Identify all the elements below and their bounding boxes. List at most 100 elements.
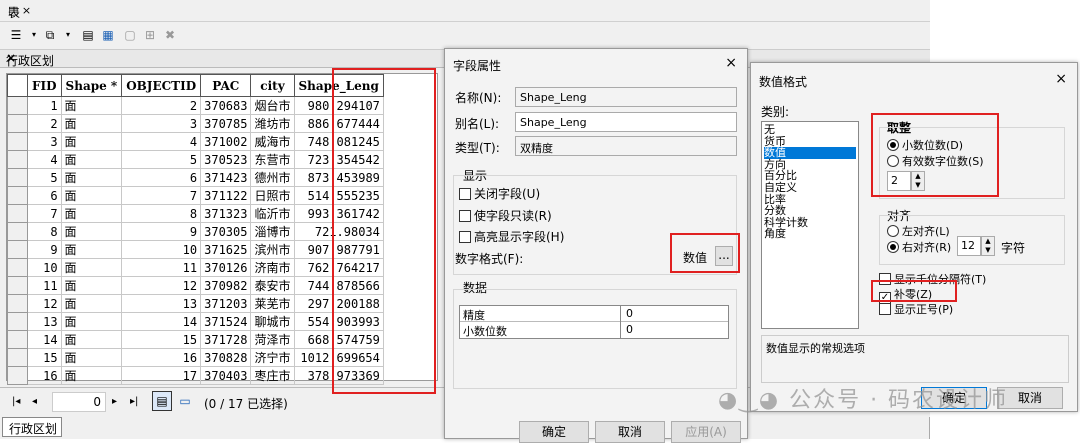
table-cell[interactable]: 潍坊市	[250, 114, 295, 133]
row-selector[interactable]	[7, 132, 28, 151]
table-row[interactable]: 2 面 3 370785 潍坊市 886.677444	[7, 114, 384, 133]
table-cell[interactable]: 14	[121, 312, 202, 331]
category-item[interactable]: 角度	[764, 228, 856, 240]
table-cell[interactable]: 17	[121, 366, 202, 385]
close-icon[interactable]: ×	[725, 55, 737, 71]
table-cell[interactable]: 8	[121, 204, 202, 223]
row-selector[interactable]	[7, 96, 28, 115]
row-selector[interactable]	[7, 222, 28, 241]
table-cell[interactable]: 370126	[200, 258, 252, 277]
category-item[interactable]: 分数	[764, 205, 856, 217]
table-cell[interactable]: 13	[27, 312, 62, 331]
table-cell[interactable]: 威海市	[250, 132, 295, 151]
table-cell[interactable]: 聊城市	[250, 312, 295, 331]
record-number-input[interactable]: 0	[52, 392, 106, 412]
table-cell[interactable]: 370305	[200, 222, 252, 241]
category-list[interactable]: 无货币 数值 方向 百分比 自定义 比率 分数 科学计数 角度	[761, 121, 859, 329]
table-cell[interactable]: 2	[27, 114, 62, 133]
table-row[interactable]: 10 面 11 370126 济南市 762.764217	[7, 258, 384, 277]
table-cell[interactable]: 6	[121, 168, 202, 187]
table-cell[interactable]: 济宁市	[250, 348, 295, 367]
table-cell[interactable]: 14	[27, 330, 62, 349]
table-row[interactable]: 14 面 15 371728 菏泽市 668.574759	[7, 330, 384, 349]
table-cell[interactable]: 4	[121, 132, 202, 151]
select-by-attributes-icon[interactable]: ▤	[80, 27, 96, 43]
dropdown-arrow-icon[interactable]: ▾	[60, 27, 76, 43]
row-selector[interactable]	[7, 312, 28, 331]
table-cell[interactable]: 德州市	[250, 168, 295, 187]
next-record-icon[interactable]: ▸	[112, 396, 117, 407]
bottom-table-tab[interactable]: 行政区划	[2, 417, 62, 437]
table-cell[interactable]: 面	[60, 258, 123, 277]
related-tables-icon[interactable]: ⧉	[42, 27, 58, 43]
table-cell[interactable]: 9	[27, 240, 62, 259]
table-cell[interactable]: 烟台市	[250, 96, 295, 115]
cancel-button[interactable]: 取消	[595, 421, 665, 443]
highlight-checkbox[interactable]: 高亮显示字段(H)	[459, 228, 564, 245]
table-cell[interactable]: 济南市	[250, 258, 295, 277]
table-row[interactable]: 6 面 7 371122 日照市 514.555235	[7, 186, 384, 205]
table-cell[interactable]: 371323	[200, 204, 252, 223]
table-row[interactable]: 11 面 12 370982 泰安市 744.878566	[7, 276, 384, 295]
show-all-records-icon[interactable]: ▤	[152, 391, 172, 411]
column-header[interactable]: PAC	[200, 74, 252, 97]
table-cell[interactable]: 滨州市	[250, 240, 295, 259]
switch-selection-icon[interactable]: ▦	[100, 27, 116, 43]
show-plus-checkbox[interactable]: 显示正号(P)	[879, 301, 953, 317]
table-cell[interactable]: 面	[60, 348, 123, 367]
table-row[interactable]: 4 面 5 370523 东营市 723.354542	[7, 150, 384, 169]
table-cell[interactable]: 5	[27, 168, 62, 187]
row-selector[interactable]	[7, 366, 28, 385]
table-cell[interactable]: 371122	[200, 186, 252, 205]
align-width-input[interactable]: 12	[957, 236, 981, 256]
table-cell[interactable]: 16	[121, 348, 202, 367]
table-row[interactable]: 5 面 6 371423 德州市 873.453989	[7, 168, 384, 187]
table-cell[interactable]: 面	[60, 222, 123, 241]
table-cell[interactable]: 8	[27, 222, 62, 241]
table-cell[interactable]: 面	[60, 240, 123, 259]
table-row[interactable]: 3 面 4 371002 威海市 748.081245	[7, 132, 384, 151]
table-cell[interactable]: 东营市	[250, 150, 295, 169]
row-selector[interactable]	[7, 348, 28, 367]
table-cell[interactable]: 370683	[200, 96, 252, 115]
table-cell[interactable]: 7	[121, 186, 202, 205]
row-selector[interactable]	[7, 276, 28, 295]
table-row[interactable]: 8 面 9 370305 淄博市 721.98034	[7, 222, 384, 241]
table-cell[interactable]: 4	[27, 150, 62, 169]
column-header[interactable]: OBJECTID	[121, 74, 202, 97]
table-cell[interactable]: 370982	[200, 276, 252, 295]
table-cell[interactable]: 面	[60, 204, 123, 223]
table-cell[interactable]: 13	[121, 294, 202, 313]
table-cell[interactable]: 370403	[200, 366, 252, 385]
close-icon[interactable]: ×	[1055, 71, 1067, 87]
align-right-radio[interactable]: 右对齐(R)	[887, 239, 951, 255]
table-cell[interactable]: 面	[60, 366, 123, 385]
table-cell[interactable]: 371625	[200, 240, 252, 259]
table-cell[interactable]: 371203	[200, 294, 252, 313]
window-controls[interactable]: □ ×	[8, 4, 922, 17]
row-selector[interactable]	[7, 186, 28, 205]
dropdown-arrow-icon[interactable]: ▾	[26, 27, 42, 43]
category-item[interactable]: 无	[764, 124, 856, 136]
table-cell[interactable]: 371524	[200, 312, 252, 331]
row-selector[interactable]	[7, 204, 28, 223]
table-cell[interactable]: 面	[60, 168, 123, 187]
table-window-titlebar[interactable]: 表 □ ×	[0, 0, 930, 22]
table-row[interactable]: 7 面 8 371323 临沂市 993.361742	[7, 204, 384, 223]
row-selector[interactable]	[7, 114, 28, 133]
table-cell[interactable]: 12	[121, 276, 202, 295]
table-cell[interactable]: 面	[60, 330, 123, 349]
table-cell[interactable]: 3	[27, 132, 62, 151]
table-cell[interactable]: 6	[27, 186, 62, 205]
table-cell[interactable]: 11	[27, 276, 62, 295]
table-row[interactable]: 9 面 10 371625 滨州市 907.987791	[7, 240, 384, 259]
table-cell[interactable]: 面	[60, 114, 123, 133]
table-cell[interactable]: 面	[60, 186, 123, 205]
row-selector[interactable]	[7, 258, 28, 277]
table-cell[interactable]: 15	[27, 348, 62, 367]
category-item[interactable]: 自定义	[764, 182, 856, 194]
table-row[interactable]: 1 面 2 370683 烟台市 980.294107	[7, 96, 384, 115]
table-cell[interactable]: 5	[121, 150, 202, 169]
row-selector[interactable]	[7, 240, 28, 259]
align-left-radio[interactable]: 左对齐(L)	[887, 223, 950, 239]
